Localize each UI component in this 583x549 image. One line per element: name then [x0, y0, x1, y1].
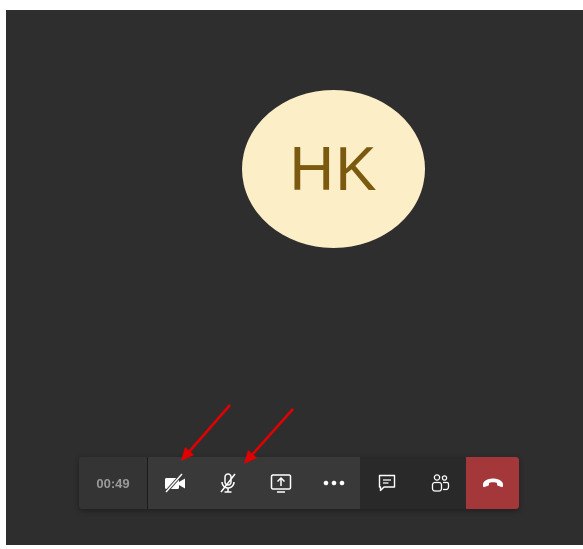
- mic-off-button[interactable]: [201, 457, 254, 509]
- hang-up-button[interactable]: [466, 457, 519, 509]
- chat-button[interactable]: [360, 457, 413, 509]
- screenshot-frame: HK 00:49: [0, 0, 583, 549]
- mic-off-icon: [219, 473, 236, 493]
- share-screen-icon: [270, 474, 291, 493]
- phone-hangup-icon: [482, 478, 503, 488]
- toolbar-main-group: [148, 457, 360, 509]
- people-icon: [431, 474, 449, 492]
- video-off-icon: [164, 472, 185, 494]
- more-actions-button[interactable]: [307, 457, 360, 509]
- chat-icon: [378, 474, 395, 492]
- call-timer: 00:49: [79, 457, 147, 509]
- participant-avatar: HK: [242, 90, 425, 248]
- call-stage: HK 00:49: [6, 10, 583, 545]
- more-icon: [323, 480, 344, 486]
- participants-button[interactable]: [413, 457, 466, 509]
- call-toolbar: 00:49: [79, 457, 519, 509]
- camera-off-button[interactable]: [148, 457, 201, 509]
- share-screen-button[interactable]: [254, 457, 307, 509]
- avatar-initials: HK: [289, 134, 378, 204]
- toolbar-side-group: [360, 457, 466, 509]
